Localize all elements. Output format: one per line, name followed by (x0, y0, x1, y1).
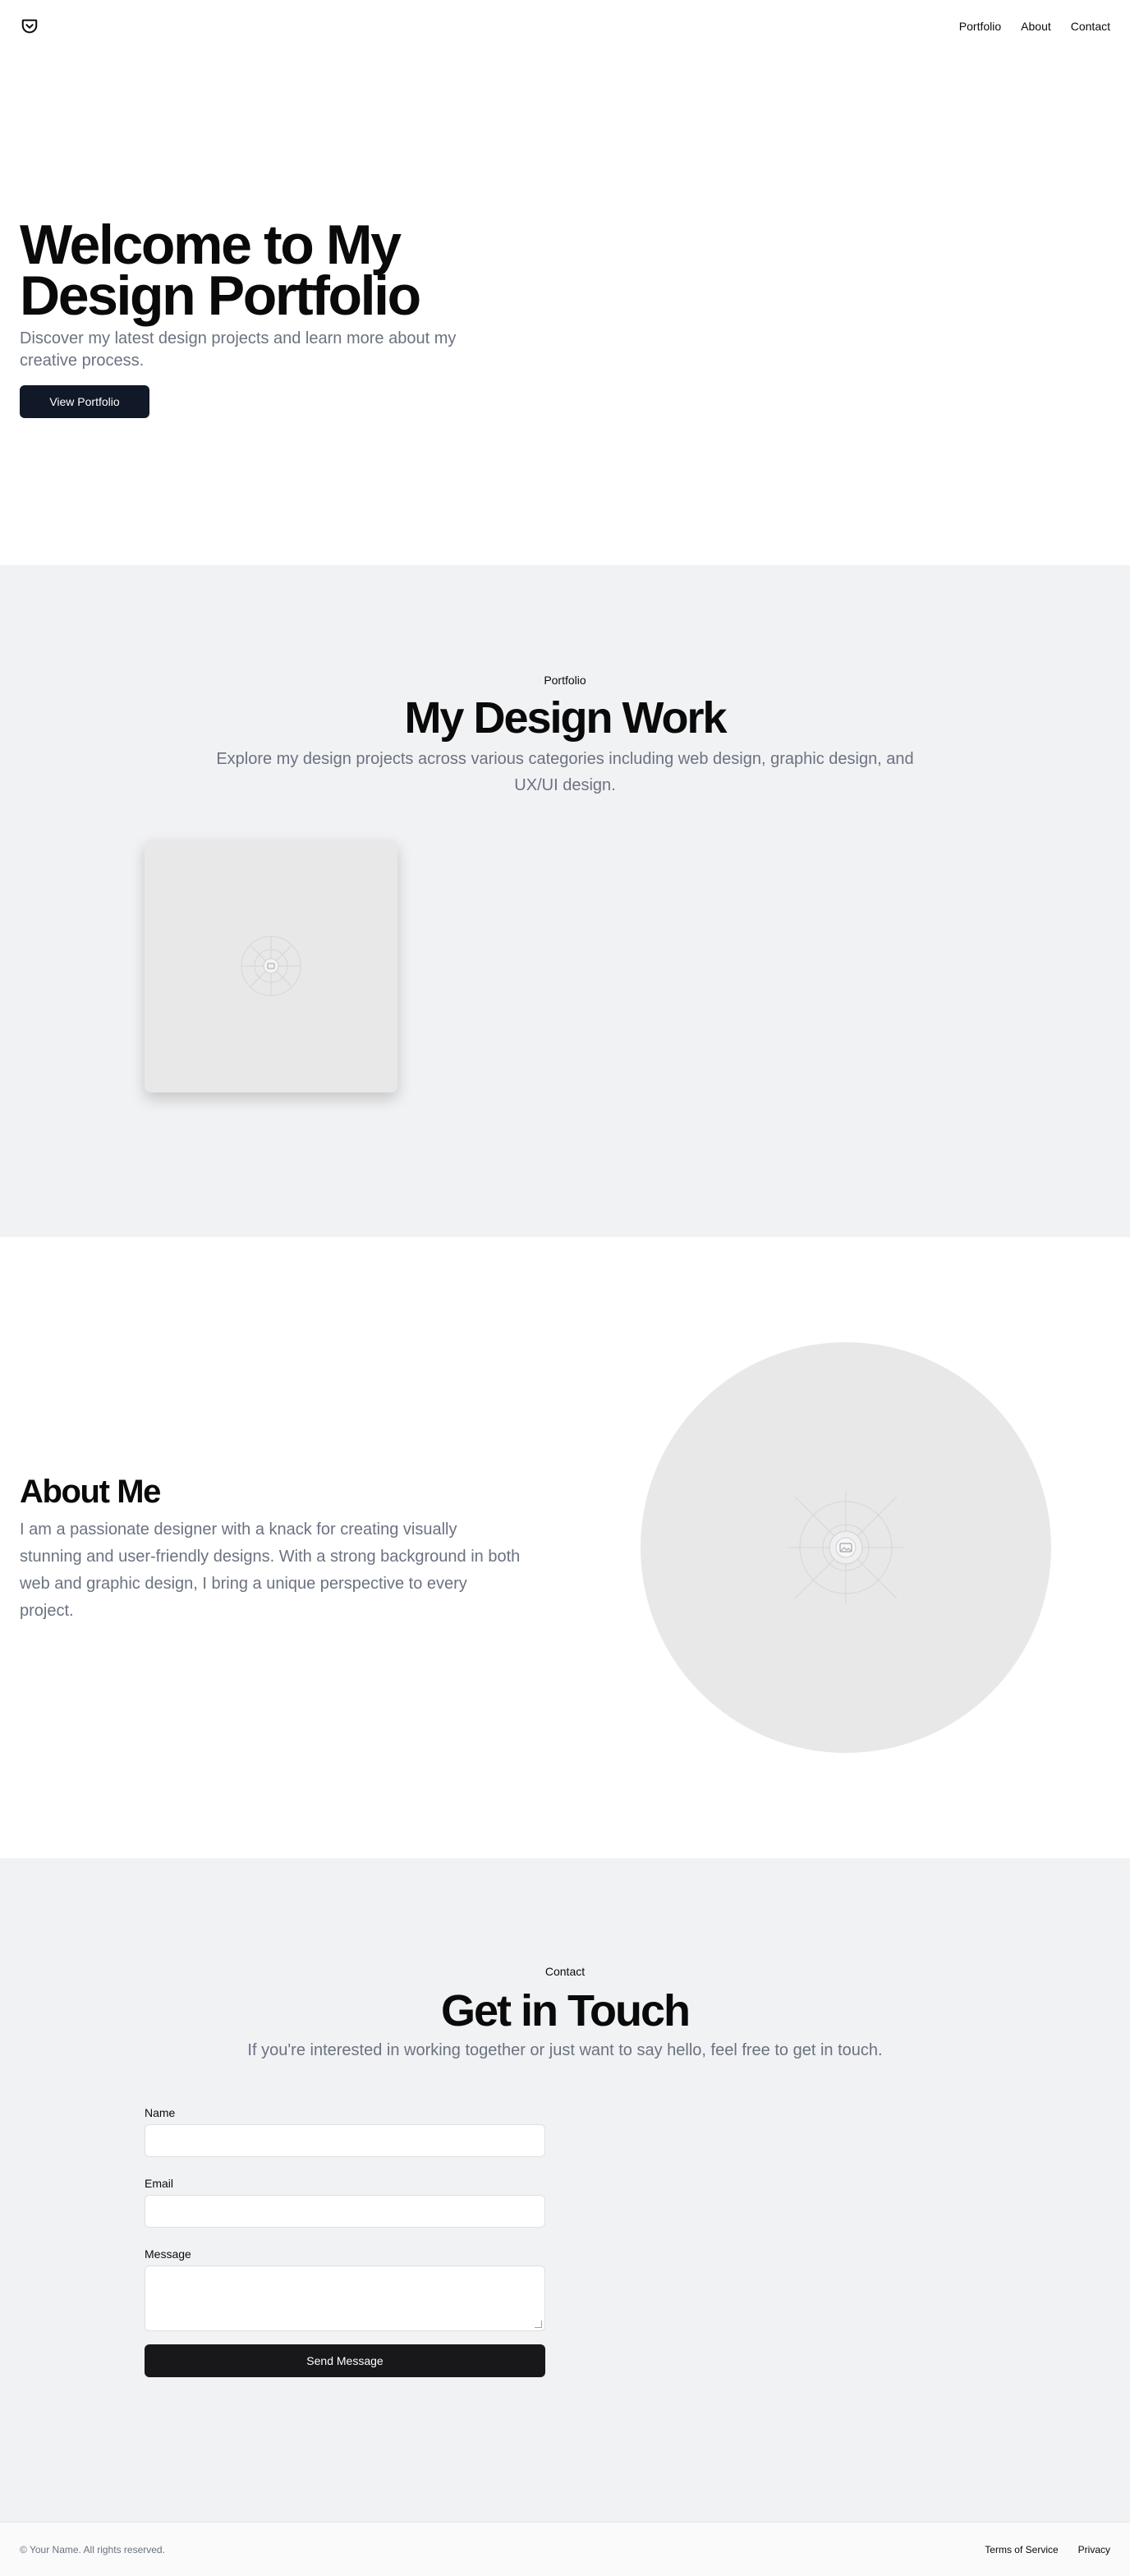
portfolio-title: My Design Work (404, 693, 727, 743)
about-body: I am a passionate designer with a knack … (20, 1520, 521, 1620)
name-label: Name (145, 2106, 176, 2119)
footer-link-privacy[interactable]: Privacy (1078, 2544, 1110, 2555)
about-section: About Me I am a passionate designer with… (0, 1237, 1130, 1858)
site-footer: © Your Name. All rights reserved. Terms … (0, 2522, 1130, 2576)
contact-title: Get in Touch (441, 1986, 691, 2036)
name-field[interactable] (145, 2124, 545, 2157)
nav-link-about[interactable]: About (1021, 20, 1051, 33)
site-header: Portfolio About Contact (0, 0, 1130, 53)
portfolio-card[interactable] (145, 840, 397, 1092)
contact-section: Contact Get in Touch If you're intereste… (0, 1858, 1130, 2522)
message-label: Message (145, 2247, 191, 2261)
contact-eyebrow: Contact (544, 1965, 586, 1978)
footer-links: Terms of Service Privacy (985, 2544, 1110, 2555)
portfolio-eyebrow: Portfolio (544, 674, 586, 687)
view-portfolio-button[interactable]: View Portfolio (20, 385, 149, 418)
contact-subtitle: If you're interested in working together… (247, 2041, 883, 2059)
message-field[interactable] (145, 2266, 545, 2331)
copyright-text: © Your Name. All rights reserved. (20, 2543, 165, 2555)
email-field[interactable] (145, 2195, 545, 2228)
nav-link-contact[interactable]: Contact (1071, 20, 1110, 33)
portfolio-subtitle: Explore my design projects across variou… (216, 750, 914, 794)
hero-title: Welcome to My Design Portfolio (20, 214, 421, 327)
resize-handle-icon[interactable] (535, 2321, 542, 2328)
hero-section: Welcome to My Design Portfolio Discover … (0, 53, 1130, 565)
send-message-button[interactable]: Send Message (145, 2344, 545, 2377)
portfolio-section: Portfolio My Design Work Explore my desi… (0, 565, 1130, 1237)
about-image (641, 1342, 1051, 1753)
pocket-shield-icon[interactable] (20, 16, 39, 36)
image-placeholder-icon (241, 936, 301, 996)
hero-subtitle: Discover my latest design projects and l… (20, 329, 457, 370)
nav-link-portfolio[interactable]: Portfolio (959, 20, 1001, 33)
email-label: Email (145, 2177, 174, 2190)
footer-link-terms[interactable]: Terms of Service (985, 2544, 1058, 2555)
image-placeholder-icon (788, 1490, 903, 1605)
contact-form: Name Email Message Send Message (145, 2106, 545, 2377)
main-nav: Portfolio About Contact (959, 20, 1110, 33)
about-title: About Me (20, 1474, 161, 1510)
